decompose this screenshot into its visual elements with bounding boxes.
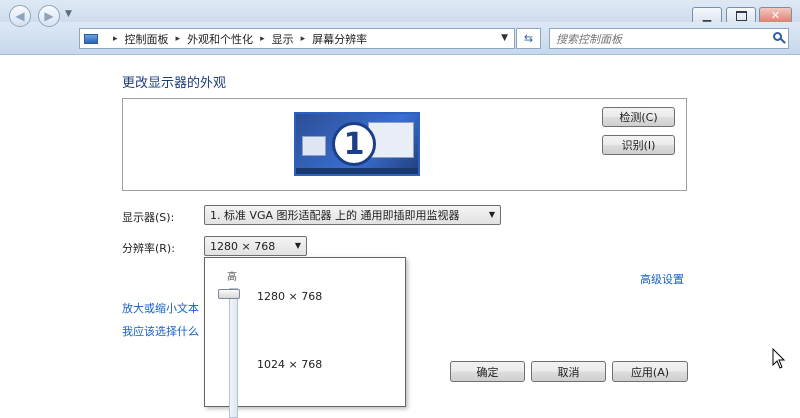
breadcrumb-display[interactable]: 显示 <box>272 31 294 47</box>
address-bar[interactable]: ▸ 控制面板 ▸ 外观和个性化 ▸ 显示 ▸ 屏幕分辨率 ▼ <box>79 28 515 49</box>
resolution-label: 分辨率(R): <box>122 242 175 255</box>
close-icon: ✕ <box>770 9 781 22</box>
chevron-down-icon: ▼ <box>488 210 495 219</box>
taskbar-thumbnail <box>296 168 418 174</box>
resolution-slider-track[interactable] <box>229 288 238 418</box>
refresh-button[interactable]: ⇆ <box>516 28 541 49</box>
resolution-option[interactable]: 1280 × 768 <box>257 290 322 303</box>
breadcrumb-separator-icon: ▸ <box>260 33 265 44</box>
chevron-down-icon: ▼ <box>65 9 72 19</box>
search-input[interactable] <box>554 30 763 49</box>
breadcrumb-separator-icon: ▸ <box>300 33 306 44</box>
maximize-icon <box>735 10 747 21</box>
resolution-option[interactable]: 1024 × 768 <box>257 358 322 371</box>
resolution-select-value: 1280 × 768 <box>210 239 276 253</box>
control-panel-icon <box>84 33 98 44</box>
search-box[interactable] <box>549 28 789 49</box>
breadcrumb-screen-resolution[interactable]: 屏幕分辨率 <box>312 31 367 47</box>
breadcrumb-separator-icon: ▸ <box>175 33 181 44</box>
resolution-dropdown: 高 1280 × 768 1024 × 768 <box>204 257 406 418</box>
display-select[interactable]: 1. 标准 VGA 图形适配器 上的 通用即插即用监视器 ▼ <box>204 205 501 225</box>
breadcrumb-separator-icon: ▸ <box>113 33 118 44</box>
minimize-icon: ▁ <box>702 9 712 22</box>
page-title: 更改显示器的外观 <box>122 76 227 91</box>
monitor-number: 1 <box>343 126 365 162</box>
display-select-value: 1. 标准 VGA 图形适配器 上的 通用即插即用监视器 <box>210 209 460 222</box>
cancel-button[interactable]: 取消 <box>531 361 606 382</box>
monitor-1-icon[interactable]: 1 <box>294 112 420 176</box>
recent-pages-dropdown[interactable]: ▼ <box>65 9 72 19</box>
address-dropdown-icon[interactable]: ▼ <box>501 33 508 43</box>
which-settings-link[interactable]: 我应该选择什么 <box>122 323 199 339</box>
search-icon[interactable] <box>773 32 782 41</box>
slider-high-label: 高 <box>227 272 237 283</box>
title-bar <box>0 0 800 22</box>
breadcrumb-control-panel[interactable]: 控制面板 <box>125 31 169 47</box>
identify-button[interactable]: 识别(I) <box>602 135 675 155</box>
text-size-link[interactable]: 放大或缩小文本 <box>122 300 199 316</box>
ok-button[interactable]: 确定 <box>450 361 525 382</box>
chevron-down-icon: ▼ <box>294 241 301 250</box>
resolution-slider-thumb[interactable] <box>218 289 240 299</box>
monitor-number-badge: 1 <box>332 122 376 166</box>
detect-button[interactable]: 检测(C) <box>602 107 675 127</box>
breadcrumb: ▸ 控制面板 ▸ 外观和个性化 ▸ 显示 ▸ 屏幕分辨率 <box>106 31 367 47</box>
apply-button[interactable]: 应用(A) <box>612 361 688 382</box>
forward-arrow-icon: ▶ <box>44 9 54 23</box>
resolution-select[interactable]: 1280 × 768 ▼ <box>204 236 307 256</box>
display-label: 显示器(S): <box>122 211 175 224</box>
back-arrow-icon: ◀ <box>15 9 25 23</box>
mouse-cursor-icon <box>772 348 786 369</box>
forward-button[interactable]: ▶ <box>38 5 60 27</box>
back-button[interactable]: ◀ <box>9 5 31 27</box>
advanced-settings-link[interactable]: 高级设置 <box>640 271 684 287</box>
refresh-icon: ⇆ <box>523 32 534 45</box>
window-thumbnail <box>302 136 326 156</box>
breadcrumb-appearance[interactable]: 外观和个性化 <box>187 31 253 47</box>
